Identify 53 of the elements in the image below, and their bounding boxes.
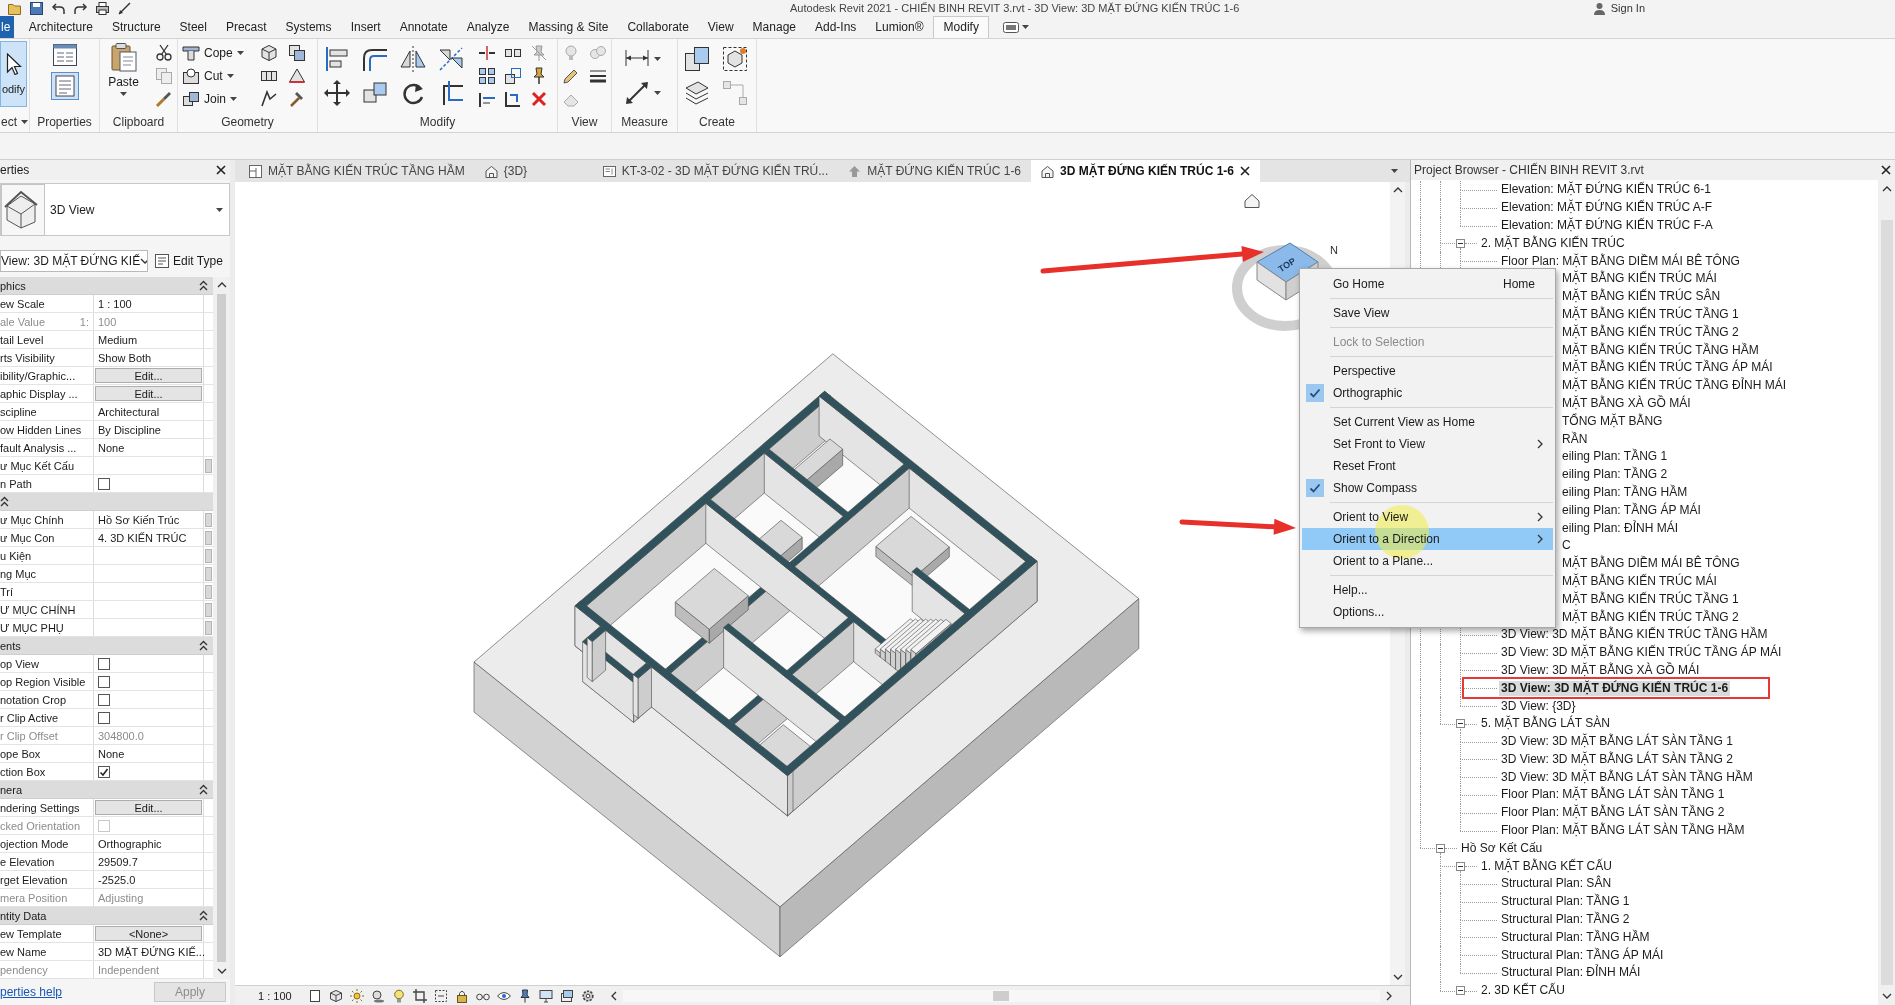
property-label: ope Box	[0, 747, 41, 760]
property-label: ư Mục Chính	[0, 513, 64, 526]
panel-title: erties	[0, 163, 30, 177]
property-label: op Region Visible	[0, 675, 86, 688]
property-label: fault Analysis ...	[0, 441, 77, 454]
property-label: op View	[0, 657, 39, 670]
property-field: Adjusting	[95, 889, 202, 906]
cube-face-label: TOP	[1276, 255, 1298, 275]
property-label: ew Name	[0, 945, 47, 958]
property-label: ư Mục Con	[0, 531, 55, 544]
compass-label: N	[1330, 244, 1338, 256]
property-label: notation Crop	[0, 693, 67, 706]
property-label: ojection Mode	[0, 837, 69, 850]
panel-label: Create	[699, 115, 735, 129]
property-label: Ư MỤC CHÍNH	[0, 603, 76, 616]
panel-label: ect	[1, 115, 17, 129]
property-label: cked Orientation	[0, 819, 81, 832]
property-label: ew Scale	[0, 297, 45, 310]
panel-title: Project Browser - CHIẾN BINH REVIT 3.rvt	[1414, 163, 1644, 177]
shortcut-label: Home	[1503, 277, 1535, 291]
unit-label: 1:	[79, 315, 89, 328]
property-label: aphic Display ...	[0, 387, 78, 400]
property-label: ng Mục	[0, 567, 37, 580]
property-label: pendency	[0, 963, 48, 976]
property-field: 304800.0	[95, 727, 202, 744]
panel-label: Measure	[621, 115, 668, 129]
property-label: e Elevation	[0, 855, 55, 868]
panel-label: Modify	[419, 115, 456, 129]
property-label: Trí	[0, 585, 14, 598]
property-label: mera Position	[0, 891, 68, 904]
property-label: r Clip Active	[0, 711, 59, 724]
panel-label: Properties	[37, 115, 92, 129]
property-label: Ư MỤC PHỤ	[0, 621, 64, 634]
property-label: ale Value	[0, 315, 46, 328]
property-label: ow Hidden Lines	[0, 423, 82, 436]
property-label: ibility/Graphic...	[0, 369, 76, 382]
property-label: ew Template	[0, 927, 62, 940]
property-field: Independent	[95, 961, 202, 978]
property-label: r Clip Offset	[0, 729, 58, 742]
property-label: ndering Settings	[0, 801, 80, 814]
property-label: ư Mục Kết Cấu	[0, 459, 74, 472]
property-label: n Path	[0, 477, 32, 490]
panel-label: Geometry	[221, 115, 274, 129]
panel-label: Clipboard	[112, 115, 165, 129]
property-label: ction Box	[0, 765, 46, 778]
property-field: 100	[95, 313, 202, 330]
property-label: rget Elevation	[0, 873, 68, 886]
property-label: scipline	[0, 405, 37, 418]
window-title: Autodesk Revit 2021 - CHIẾN BINH REVIT 3.rvt - 3D View: 3D MẶT ĐỨNG KIẾN TRÚC 1-6	[790, 2, 1240, 14]
property-label: u Kiện	[0, 549, 32, 562]
property-label: tail Level	[0, 333, 44, 346]
panel-label: View	[571, 115, 598, 129]
property-label: rts Visibility	[0, 351, 55, 364]
